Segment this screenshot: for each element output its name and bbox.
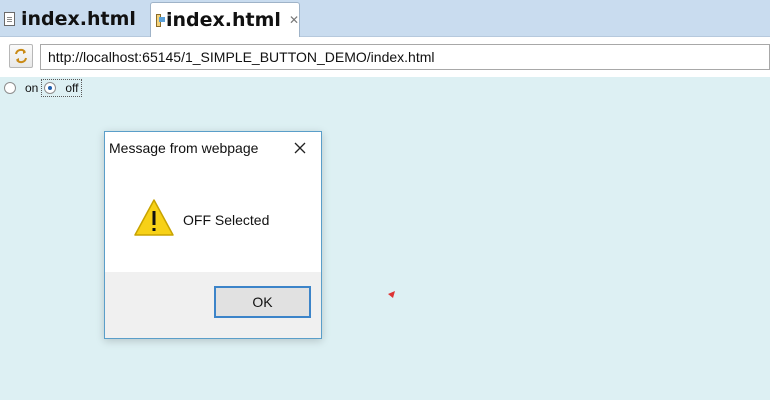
dialog-footer: OK	[105, 272, 321, 338]
radio-off-label: off	[65, 81, 79, 95]
alert-dialog: Message from webpage OFF Selected OK	[104, 131, 322, 339]
web-page-icon	[156, 13, 166, 27]
radio-off-focus: off	[41, 79, 83, 97]
radio-group: on off	[4, 79, 83, 97]
tab-index-html-inactive[interactable]: index.html	[4, 2, 136, 36]
close-icon	[294, 142, 306, 154]
tab-label: index.html	[21, 8, 136, 30]
dialog-close-button[interactable]	[289, 138, 311, 158]
radio-on-label: on	[25, 81, 39, 95]
reload-icon	[15, 48, 27, 64]
address-bar[interactable]: http://localhost:65145/1_SIMPLE_BUTTON_D…	[40, 44, 770, 70]
ok-button[interactable]: OK	[214, 286, 311, 318]
reload-button[interactable]	[9, 44, 33, 68]
dialog-title: Message from webpage	[109, 140, 259, 156]
tab-strip: index.html index.html ✕	[0, 0, 770, 37]
mouse-cursor-icon	[388, 291, 395, 298]
browser-toolbar: http://localhost:65145/1_SIMPLE_BUTTON_D…	[0, 37, 770, 77]
tab-label: index.html	[166, 9, 281, 31]
radio-on[interactable]	[4, 82, 16, 94]
warning-icon	[134, 199, 174, 236]
tab-close-icon[interactable]: ✕	[289, 13, 299, 27]
dialog-message: OFF Selected	[183, 212, 270, 228]
radio-off[interactable]	[44, 82, 57, 94]
document-icon	[4, 12, 15, 26]
tab-index-html-active[interactable]: index.html ✕	[150, 2, 300, 37]
